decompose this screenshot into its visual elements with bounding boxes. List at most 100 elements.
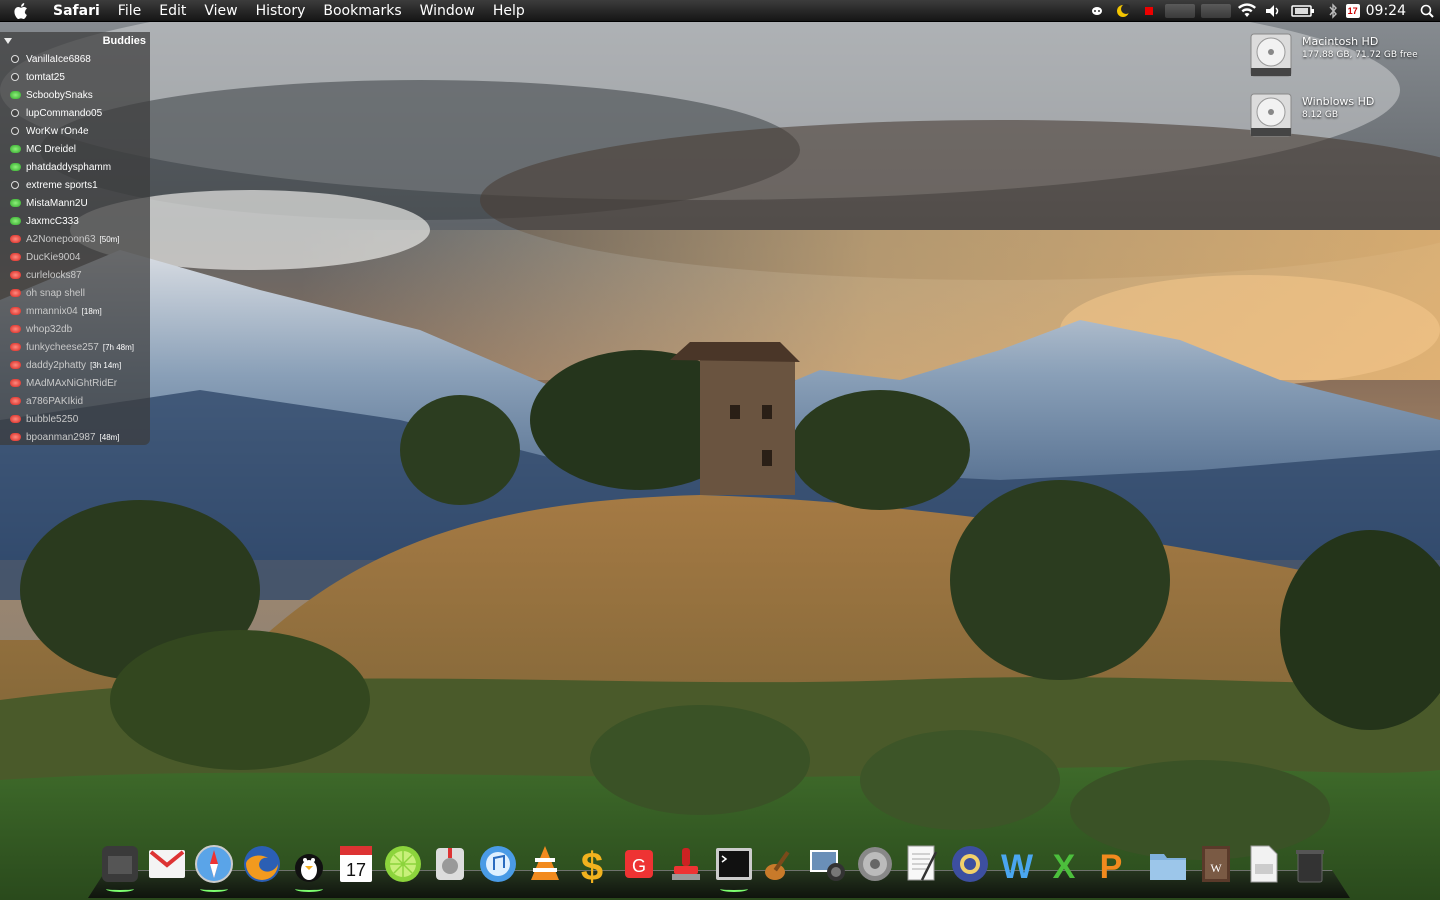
dock-item[interactable] (523, 842, 567, 890)
dock-item[interactable] (853, 842, 897, 890)
wifi-icon[interactable] (1234, 0, 1260, 22)
disclosure-triangle-icon[interactable] (4, 38, 12, 44)
dock-item[interactable]: X (1042, 842, 1086, 890)
buddy-row[interactable]: ScboobySnaks (0, 86, 150, 104)
menu-edit[interactable]: Edit (150, 0, 195, 22)
dock-item[interactable] (948, 842, 992, 890)
file-icon (1250, 845, 1278, 883)
safari-icon (195, 845, 233, 883)
buddy-row[interactable]: MAdMAxNiGhtRidEr (0, 374, 150, 392)
status-indicator-icon (11, 55, 19, 63)
status-indicator-icon (11, 127, 19, 135)
buddy-row[interactable]: bpoanman2987 [48m] (0, 428, 150, 446)
menu-bookmarks[interactable]: Bookmarks (314, 0, 410, 22)
buddy-row[interactable]: funkycheese257 [7h 48m] (0, 338, 150, 356)
dock-item[interactable] (806, 842, 850, 890)
ichat-icon[interactable] (1084, 0, 1110, 22)
buddy-name: DucKie9004 (26, 251, 81, 263)
word-document-icon: W (1202, 846, 1230, 882)
hard-disk-icon (1250, 33, 1292, 77)
buddy-row[interactable]: WorKw rOn4e (0, 122, 150, 140)
buddy-name: oh snap shell (26, 287, 85, 299)
dock-item[interactable]: P (1089, 842, 1133, 890)
dock-item[interactable] (428, 842, 472, 890)
buddy-row[interactable]: DucKie9004 (0, 248, 150, 266)
buddy-row[interactable]: JaxmcC333 (0, 212, 150, 230)
dock-item[interactable] (1146, 842, 1190, 890)
running-indicator (106, 886, 134, 892)
dock-item[interactable] (712, 842, 756, 892)
status-indicator-icon (11, 181, 19, 189)
disk-name: Winblows HD (1302, 95, 1375, 108)
dock-item[interactable]: W (995, 842, 1039, 890)
status-indicator-icon (10, 433, 21, 441)
buddy-list: VanillaIce6868 tomtat25 ScboobySnaks lupCom… (0, 50, 150, 446)
menu-window[interactable]: Window (411, 0, 484, 22)
buddy-row[interactable]: MistaMann2U (0, 194, 150, 212)
dock-item[interactable] (900, 842, 944, 890)
macintosh-hd-disk[interactable]: Macintosh HD 177.88 GB, 71.72 GB free (1248, 32, 1433, 78)
buddy-row[interactable]: curlelocks87 (0, 266, 150, 284)
status-indicator-icon (10, 307, 21, 315)
idle-time: [3h 14m] (90, 360, 122, 370)
buddy-row[interactable]: extreme sports1 (0, 176, 150, 194)
terminal-icon (716, 848, 752, 880)
buddy-row[interactable]: mmannix04 [18m] (0, 302, 150, 320)
buddy-row[interactable]: A2Nonepoon63 [50m] (0, 230, 150, 248)
dock-item[interactable] (98, 842, 142, 892)
dock-item[interactable]: 17 (334, 842, 378, 890)
money-icon: $ (581, 845, 603, 886)
menu-history[interactable]: History (247, 0, 315, 22)
menu-help[interactable]: Help (484, 0, 534, 22)
winblows-hd-disk[interactable]: Winblows HD 8.12 GB (1248, 92, 1433, 138)
menu-view[interactable]: View (195, 0, 246, 22)
moon-icon[interactable] (1110, 0, 1136, 22)
dock-item[interactable] (240, 842, 284, 890)
calendar-icon[interactable]: 17 (1345, 4, 1360, 18)
menu-file[interactable]: File (109, 0, 150, 22)
buddy-row[interactable]: tomtat25 (0, 68, 150, 86)
dock-item[interactable]: $ (570, 842, 614, 890)
menu-extras: 17 09:24 (1084, 0, 1440, 22)
dock-item[interactable] (381, 842, 425, 890)
bluetooth-icon[interactable] (1320, 0, 1346, 22)
battery-icon[interactable] (1286, 0, 1320, 22)
clock[interactable]: 09:24 (1364, 0, 1414, 22)
dock-item[interactable] (1241, 842, 1285, 890)
buddy-name: MC Dreidel (26, 143, 77, 155)
dock-item[interactable]: G (617, 842, 661, 890)
idle-time: [50m] (99, 234, 120, 244)
dock-item[interactable] (287, 842, 331, 892)
buddy-row[interactable]: phatdaddysphamm (0, 158, 150, 176)
cpu-meter[interactable] (1164, 4, 1195, 18)
apple-icon[interactable] (0, 2, 44, 20)
dock-item[interactable] (192, 842, 236, 892)
volume-icon[interactable] (1260, 0, 1286, 22)
buddy-list-header[interactable]: Buddies (0, 32, 150, 50)
dock-item[interactable] (1288, 842, 1332, 890)
buddy-row[interactable]: bubble5250 (0, 410, 150, 428)
buddy-row[interactable]: oh snap shell (0, 284, 150, 302)
gmail-icon (149, 850, 185, 878)
buddy-name: lupCommando05 (26, 107, 103, 119)
buddy-list-title: Buddies (102, 35, 146, 47)
network-meter[interactable] (1200, 4, 1231, 18)
spotlight-icon[interactable] (1414, 0, 1440, 22)
dock-item[interactable] (664, 842, 708, 890)
status-indicator-icon (10, 163, 21, 171)
buddy-row[interactable]: whop32db (0, 320, 150, 338)
buddy-name: mmannix04 (26, 305, 78, 317)
buddy-list-panel: Buddies VanillaIce6868 tomtat25 ScboobySna… (0, 32, 150, 445)
dock-item[interactable]: W (1194, 842, 1238, 890)
dock-item[interactable] (145, 842, 189, 890)
buddy-row[interactable]: daddy2phatty [3h 14m] (0, 356, 150, 374)
buddy-row[interactable]: MC Dreidel (0, 140, 150, 158)
status-indicator-icon (10, 199, 21, 207)
buddy-row[interactable]: a786PAKIkid (0, 392, 150, 410)
buddy-row[interactable]: VanillaIce6868 (0, 50, 150, 68)
dock-item[interactable] (759, 842, 803, 890)
buddy-row[interactable]: lupCommando05 (0, 104, 150, 122)
record-icon[interactable] (1136, 0, 1162, 22)
dock-item[interactable] (476, 842, 520, 890)
menu-safari[interactable]: Safari (44, 0, 109, 22)
